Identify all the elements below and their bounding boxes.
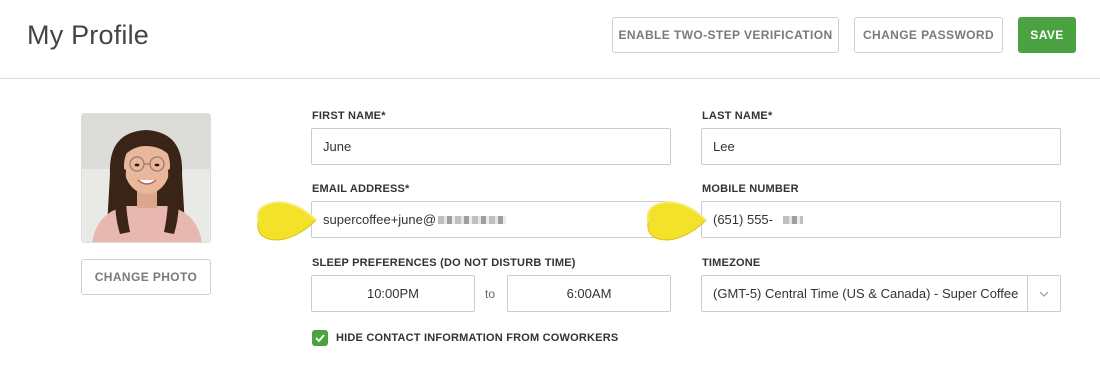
enable-two-step-button[interactable]: ENABLE TWO-STEP VERIFICATION xyxy=(612,17,839,53)
redacted-email-domain xyxy=(438,215,507,224)
timezone-select[interactable]: (GMT-5) Central Time (US & Canada) - Sup… xyxy=(701,275,1061,312)
sleep-start-field[interactable]: 10:00PM xyxy=(311,275,475,312)
redacted-mobile-digits xyxy=(782,215,803,224)
timezone-label: TIMEZONE xyxy=(702,257,761,269)
page-title: My Profile xyxy=(27,20,150,50)
pointer-arrow-icon xyxy=(646,200,707,241)
pointer-arrow-icon xyxy=(256,200,317,241)
sleep-start-value: 10:00PM xyxy=(366,286,420,301)
email-field[interactable]: supercoffee+june@ xyxy=(311,201,671,238)
last-name-field[interactable]: Lee xyxy=(701,128,1061,165)
change-photo-button[interactable]: CHANGE PHOTO xyxy=(81,259,211,295)
avatar-photo xyxy=(82,114,210,242)
email-label: EMAIL ADDRESS* xyxy=(312,183,410,195)
first-name-field[interactable]: June xyxy=(311,128,671,165)
check-icon xyxy=(315,334,325,342)
hide-contact-checkbox[interactable] xyxy=(312,330,328,346)
sleep-end-value: 6:00AM xyxy=(566,286,612,301)
change-password-button[interactable]: CHANGE PASSWORD xyxy=(854,17,1003,53)
sleep-preferences-label: SLEEP PREFERENCES (DO NOT DISTURB TIME) xyxy=(312,257,576,269)
timezone-value: (GMT-5) Central Time (US & Canada) - Sup… xyxy=(713,286,1019,301)
timezone-dropdown-toggle[interactable] xyxy=(1027,276,1060,311)
sleep-end-field[interactable]: 6:00AM xyxy=(507,275,671,312)
first-name-value: June xyxy=(323,139,352,154)
first-name-label: FIRST NAME* xyxy=(312,110,386,122)
last-name-value: Lee xyxy=(713,139,735,154)
mobile-field[interactable]: (651) 555- xyxy=(701,201,1061,238)
page-header: My Profile ENABLE TWO-STEP VERIFICATION … xyxy=(0,0,1100,79)
mobile-label: MOBILE NUMBER xyxy=(702,183,799,195)
email-value: supercoffee+june@ xyxy=(323,212,437,227)
avatar xyxy=(81,113,211,243)
chevron-down-icon xyxy=(1039,291,1049,297)
mobile-value: (651) 555- xyxy=(713,212,773,227)
sleep-to-label: to xyxy=(485,287,496,301)
save-button[interactable]: SAVE xyxy=(1018,17,1076,53)
hide-contact-label: HIDE CONTACT INFORMATION FROM COWORKERS xyxy=(336,332,619,344)
last-name-label: LAST NAME* xyxy=(702,110,773,122)
